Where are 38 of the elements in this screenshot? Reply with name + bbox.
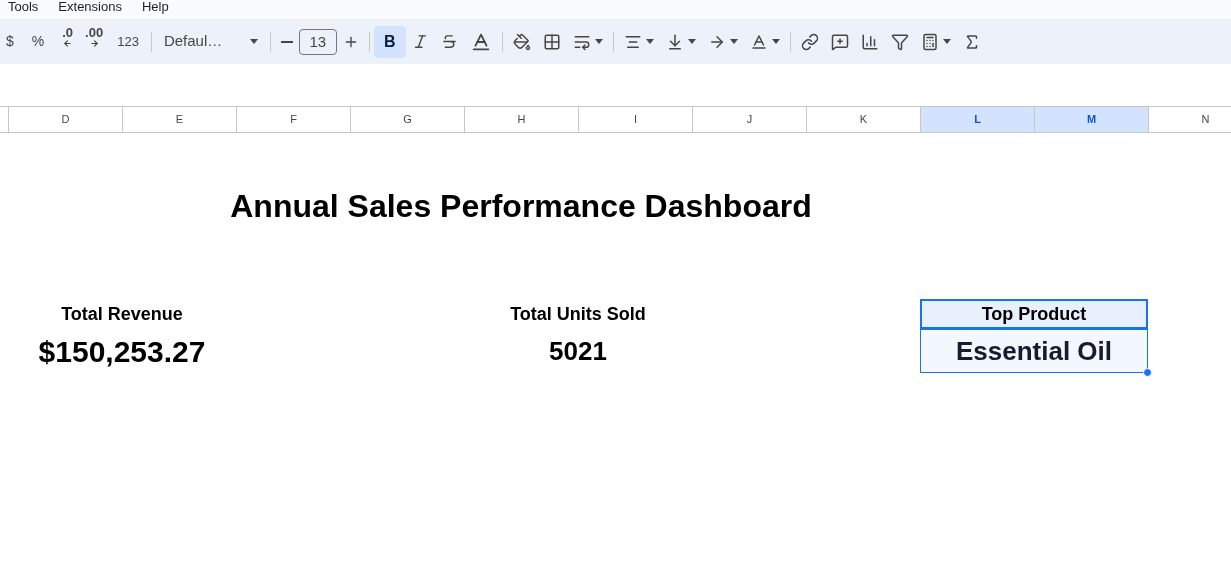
revenue-value: $150,253.27 <box>37 333 207 370</box>
menu-item[interactable]: Tools <box>8 0 39 13</box>
units-value: 5021 <box>548 334 608 368</box>
units-label: Total Units Sold <box>509 302 647 326</box>
link-icon <box>800 32 819 51</box>
decrease-decimal-button[interactable]: .0 <box>56 25 80 58</box>
currency-button[interactable]: $ <box>0 25 20 58</box>
selection-handle[interactable] <box>1143 368 1152 377</box>
grid-icon <box>542 32 561 51</box>
calculator-icon <box>920 32 939 51</box>
column-header[interactable]: M <box>1034 107 1148 132</box>
percent-button[interactable]: % <box>19 25 57 58</box>
top-product-label[interactable]: Top Product <box>920 299 1148 329</box>
caret-icon <box>249 39 258 44</box>
caret-icon <box>594 39 603 44</box>
chart-icon <box>860 32 879 51</box>
caret-icon <box>771 39 780 44</box>
caret-icon <box>645 39 654 44</box>
arrow-left-icon <box>63 38 73 48</box>
strikethrough-icon <box>440 33 458 50</box>
revenue-label: Total Revenue <box>60 302 184 326</box>
bold-button[interactable]: B <box>373 25 406 58</box>
font-size-field[interactable]: 13 <box>298 28 337 55</box>
minus-icon <box>280 40 293 43</box>
menu-item[interactable]: Extensions <box>58 0 122 13</box>
paint-bucket-icon <box>512 32 531 51</box>
arrow-right-icon <box>89 38 99 48</box>
comment-icon <box>830 32 849 51</box>
caret-icon <box>942 39 951 44</box>
number-format-button[interactable]: 123 <box>109 25 147 58</box>
increase-decimal-button[interactable]: .00 <box>79 25 110 58</box>
filter-icon <box>890 32 909 51</box>
dashboard-title: Annual Sales Performance Dashboard <box>229 187 813 226</box>
caret-icon <box>687 39 696 44</box>
font-dropdown[interactable]: Defaul… <box>155 25 266 58</box>
column-header[interactable]: L <box>920 107 1034 132</box>
caret-icon <box>729 39 738 44</box>
menu-item[interactable]: Help <box>141 0 169 13</box>
